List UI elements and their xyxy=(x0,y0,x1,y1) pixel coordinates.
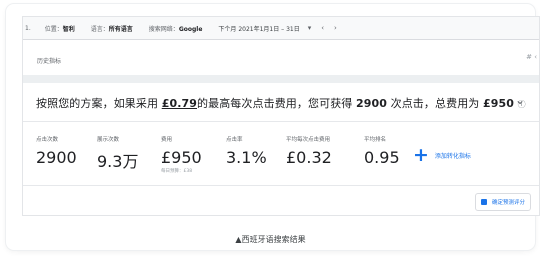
metric-clicks: 点击次数 2900 xyxy=(36,135,77,167)
date-range-selector[interactable]: 下个月 2021年1月1日 – 31日 xyxy=(218,24,299,33)
metric-impressions-value: 9.3万 xyxy=(97,152,139,171)
summary-prefix: 按照您的方案，如果采用 xyxy=(36,97,162,110)
metric-ctr-value: 3.1% xyxy=(226,148,267,167)
metric-impressions: 展示次数 9.3万 xyxy=(97,135,138,172)
historical-metrics-tab[interactable]: 历史指标 # ‹ xyxy=(23,40,539,74)
metric-cost-daily-budget: 每日预算：£38 xyxy=(161,169,193,174)
network-filter[interactable]: 搜索网络：Google xyxy=(149,24,203,33)
metric-avg-position-value: 0.95 xyxy=(364,148,400,167)
metric-avg-cpc: 平均每次点击费用 £0.32 xyxy=(286,135,332,167)
dropdown-arrow-icon[interactable]: ▾ xyxy=(308,24,312,32)
toolbar-cut-label: 1. xyxy=(25,24,31,32)
predict-score-label: 确定预测评分 xyxy=(491,200,525,206)
summary-clicks: 2900 xyxy=(356,97,388,110)
plus-icon: + xyxy=(413,144,429,166)
predict-score-button[interactable]: 确定预测评分 xyxy=(474,193,531,211)
metric-ctr: 点击率 3.1% xyxy=(226,135,267,167)
footer-divider xyxy=(23,185,539,186)
metric-avg-position-label: 平均排名 xyxy=(364,137,387,143)
summary-middle: 的最高每次点击费用，您可获得 xyxy=(197,97,356,110)
screenshot-card: 1. 位置：智利 语言：所有语言 搜索网络：Google 下个月 2021年1月… xyxy=(6,4,540,250)
metric-avg-cpc-label: 平均每次点击费用 xyxy=(286,137,331,143)
location-filter[interactable]: 位置：智利 xyxy=(45,24,75,33)
metric-cost: 费用 £950 每日预算：£38 xyxy=(161,135,202,174)
keyword-planner-panel: 1. 位置：智利 语言：所有语言 搜索网络：Google 下个月 2021年1月… xyxy=(22,16,540,216)
metric-avg-cpc-value: £0.32 xyxy=(286,148,332,167)
metric-avg-position: 平均排名 0.95 xyxy=(364,135,400,167)
network-value: Google xyxy=(178,25,203,33)
previous-period-icon[interactable]: ‹ xyxy=(321,24,324,32)
metric-cost-label: 费用 xyxy=(161,137,173,143)
metric-clicks-value: 2900 xyxy=(36,148,77,167)
image-caption: ▲西班牙语搜索结果 xyxy=(235,235,306,244)
language-filter[interactable]: 语言：所有语言 xyxy=(91,24,133,33)
location-label: 位置： xyxy=(44,25,63,33)
metric-cost-value: £950 xyxy=(161,148,202,167)
summary-cost: £950 xyxy=(483,97,515,110)
section-divider xyxy=(23,75,539,83)
summary-clicks-suffix: 次点击，总费用为 xyxy=(387,97,484,110)
next-period-icon[interactable]: › xyxy=(334,24,337,32)
max-cpc-link[interactable]: £0.79 xyxy=(162,97,197,110)
chevron-down-icon[interactable]: ⌄ xyxy=(515,93,525,107)
add-conversion-metric-label: 添加转化指标 xyxy=(434,152,471,160)
network-label: 搜索网络： xyxy=(148,25,179,33)
historical-metrics-label: 历史指标 xyxy=(37,58,62,65)
date-range-value: 2021年1月1日 – 31日 xyxy=(238,25,300,33)
forecast-summary-text: 按照您的方案，如果采用 £0.79的最高每次点击费用，您可获得 2900 次点击… xyxy=(36,95,526,111)
history-edge-text: # ‹ xyxy=(526,53,537,61)
forecast-summary: 按照您的方案，如果采用 £0.79的最高每次点击费用，您可获得 2900 次点击… xyxy=(23,83,539,122)
metric-ctr-label: 点击率 xyxy=(226,137,243,143)
language-label: 语言： xyxy=(90,25,109,33)
add-conversion-metric-button[interactable]: + 添加转化指标 xyxy=(413,144,471,166)
flag-icon xyxy=(480,199,487,205)
metric-clicks-label: 点击次数 xyxy=(36,137,59,143)
metric-impressions-label: 展示次数 xyxy=(97,137,120,143)
location-value: 智利 xyxy=(62,25,75,33)
language-value: 所有语言 xyxy=(108,25,133,33)
targeting-toolbar: 1. 位置：智利 语言：所有语言 搜索网络：Google 下个月 2021年1月… xyxy=(23,17,539,40)
period-label: 下个月 xyxy=(218,25,237,33)
